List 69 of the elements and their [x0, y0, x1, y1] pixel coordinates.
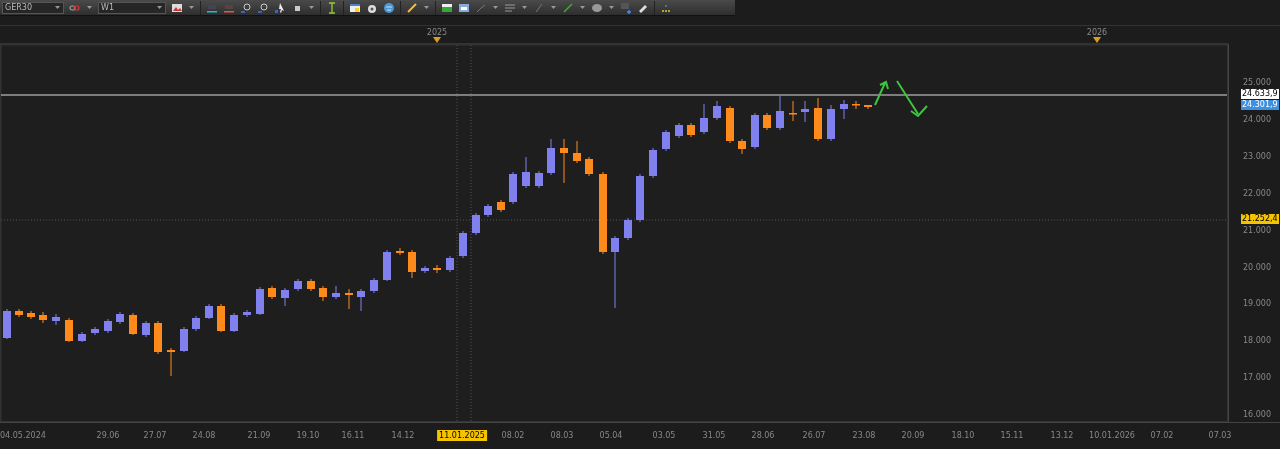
- timeframe-dropdown[interactable]: W1: [98, 1, 166, 14]
- caret-icon[interactable]: [579, 4, 586, 11]
- date-label: 20.09: [900, 430, 926, 441]
- price-label: 18.000: [1243, 335, 1271, 345]
- date-label: 03.05: [651, 430, 677, 441]
- caret-icon[interactable]: [54, 4, 61, 11]
- add-window-icon[interactable]: [620, 1, 632, 14]
- date-label: 26.07: [801, 430, 827, 441]
- price-label: 20.000: [1243, 262, 1271, 271]
- price-label: 19.000: [1243, 298, 1271, 308]
- caret-icon[interactable]: [188, 4, 195, 11]
- year-label: 2026: [1086, 28, 1108, 37]
- year-label: 2025: [426, 28, 448, 37]
- caret-icon[interactable]: [521, 4, 528, 11]
- date-label: 08.02: [500, 430, 526, 441]
- date-label: 15.11: [999, 430, 1025, 441]
- price-label: 25.000: [1243, 77, 1271, 87]
- caret-icon[interactable]: [492, 4, 499, 11]
- price-label: 21.000: [1243, 225, 1271, 235]
- price-label: 23.000: [1243, 151, 1271, 161]
- text-cursor-icon[interactable]: [326, 1, 338, 14]
- window-icon[interactable]: [458, 1, 470, 14]
- slanted-line-icon[interactable]: [533, 1, 545, 14]
- note-icon[interactable]: [349, 1, 361, 14]
- date-label: 08.03: [549, 430, 575, 441]
- price-marker: 24.633,9: [1241, 89, 1279, 99]
- date-label: 29.06: [95, 430, 121, 441]
- globe-icon[interactable]: [383, 1, 395, 14]
- date-label: 14.12: [390, 430, 416, 441]
- picture-icon[interactable]: [441, 1, 453, 14]
- caret-icon[interactable]: [608, 4, 615, 11]
- date-label: 27.07: [142, 430, 168, 441]
- price-marker: 21.252,4: [1241, 214, 1279, 224]
- triangle-marker-icon: [433, 37, 441, 43]
- picture-icon[interactable]: [171, 1, 183, 14]
- date-label: 13.12: [1049, 430, 1075, 441]
- triangle-marker-icon: [1093, 37, 1101, 43]
- date-label: 05.04: [598, 430, 624, 441]
- date-label: 11.01.2025: [437, 430, 487, 441]
- date-label: 07.03: [1207, 430, 1233, 441]
- date-label: 07.02: [1149, 430, 1175, 441]
- date-label: 18.10: [950, 430, 976, 441]
- price-label: 17.000: [1243, 372, 1271, 382]
- down-arrow-drawing[interactable]: [896, 80, 928, 118]
- caret-icon[interactable]: [308, 4, 315, 11]
- date-label: 04.05.2024: [0, 430, 46, 441]
- price-label: 16.000: [1243, 409, 1271, 419]
- price-label: 22.000: [1243, 188, 1271, 198]
- date-label: 24.08: [191, 430, 217, 441]
- date-label: 28.06: [750, 430, 776, 441]
- caret-icon[interactable]: [86, 4, 93, 11]
- symbol-dropdown[interactable]: GER30: [2, 1, 64, 14]
- caret-icon[interactable]: [423, 4, 430, 11]
- caret-icon[interactable]: [156, 4, 163, 11]
- up-arrow-drawing[interactable]: [874, 80, 889, 106]
- price-label: 24.000: [1243, 114, 1271, 124]
- cursor-icon[interactable]: [274, 1, 286, 14]
- date-label: 31.05: [701, 430, 727, 441]
- date-label: 23.08: [851, 430, 877, 441]
- lines-icon[interactable]: [504, 1, 516, 14]
- date-label: 19.10: [295, 430, 321, 441]
- pencil-icon[interactable]: [406, 1, 418, 14]
- date-label: 21.09: [246, 430, 272, 441]
- slanted-line-icon[interactable]: [562, 1, 574, 14]
- caret-icon[interactable]: [550, 4, 557, 11]
- date-label: 10.01.2026: [1088, 430, 1136, 441]
- price-marker: 24.301,9: [1241, 100, 1279, 110]
- date-label: 16.11: [340, 430, 366, 441]
- ellipse-icon[interactable]: [591, 1, 603, 14]
